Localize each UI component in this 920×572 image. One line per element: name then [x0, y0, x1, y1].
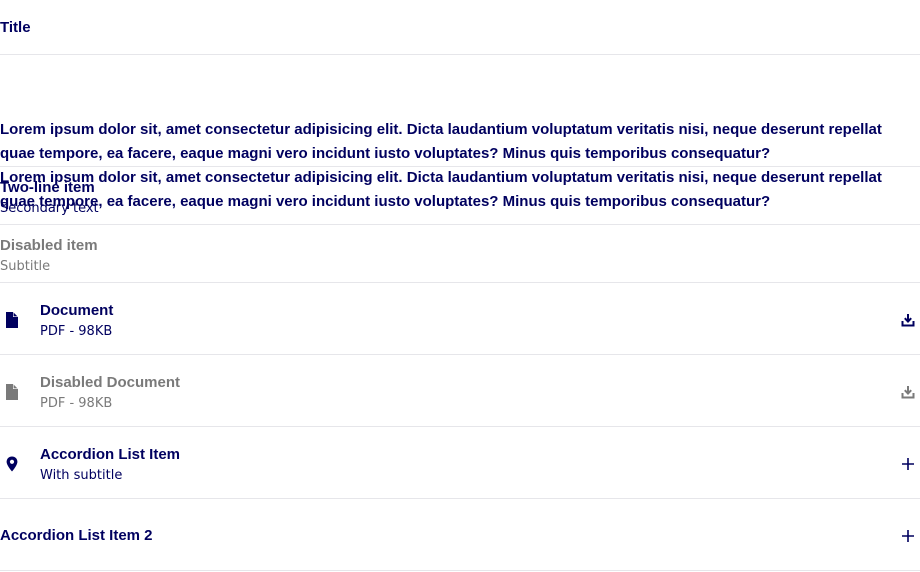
list-item-document[interactable]: Document PDF - 98KB: [0, 283, 920, 355]
list-item-disabled: Disabled item Subtitle: [0, 225, 920, 283]
plus-icon[interactable]: [901, 457, 915, 471]
list-item-disabled-document: Disabled Document PDF - 98KB: [0, 355, 920, 427]
item-primary-text: Two-line item: [0, 179, 95, 196]
item-primary-text: Accordion List Item: [40, 446, 181, 463]
item-secondary-text: Subtitle: [0, 259, 51, 274]
list: Title Lorem ipsum dolor sit, amet consec…: [0, 0, 920, 571]
item-primary-text: Document: [40, 302, 114, 319]
item-secondary-text: PDF - 98KB: [40, 324, 113, 339]
item-secondary-text: PDF - 98KB: [40, 396, 113, 411]
item-primary-text: Disabled item: [0, 237, 98, 254]
paragraph-text-1: Lorem ipsum dolor sit, amet consectetur …: [0, 121, 882, 162]
download-icon: [901, 386, 915, 399]
accordion-item-1[interactable]: Accordion List Item With subtitle: [0, 427, 920, 499]
download-icon[interactable]: [901, 313, 915, 327]
item-secondary-text: Secondary text: [0, 201, 99, 216]
list-title-row: Title: [0, 0, 920, 55]
plus-icon[interactable]: [901, 529, 915, 543]
list-item-two-line[interactable]: Two-line item Secondary text: [0, 167, 920, 225]
location-pin-icon: [6, 456, 18, 472]
accordion-item-2[interactable]: Accordion List Item 2: [0, 499, 920, 571]
file-icon: [6, 312, 18, 328]
file-icon: [6, 384, 18, 400]
item-secondary-text: With subtitle: [40, 468, 123, 483]
list-title: Title: [0, 19, 31, 36]
paragraph-row: Lorem ipsum dolor sit, amet consectetur …: [0, 55, 920, 210]
item-primary-text: Accordion List Item 2: [0, 527, 153, 544]
item-primary-text: Disabled Document: [40, 374, 181, 391]
